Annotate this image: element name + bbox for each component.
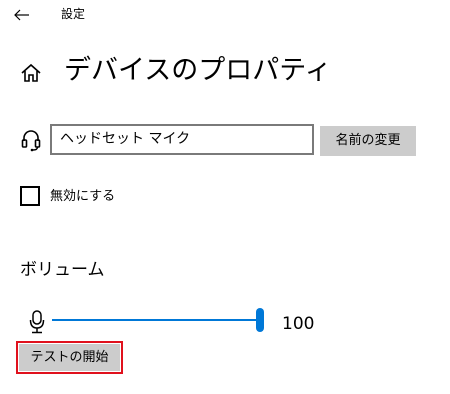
microphone-icon xyxy=(29,310,45,334)
rename-button[interactable]: 名前の変更 xyxy=(320,126,416,156)
start-test-button-label: テストの開始 xyxy=(19,344,120,371)
volume-heading: ボリューム xyxy=(20,260,105,280)
device-name-input[interactable]: ヘッドセット マイク xyxy=(50,124,314,155)
volume-value: 100 xyxy=(282,314,315,334)
window-title: 設定 xyxy=(61,7,86,21)
page-title: デバイスのプロパティ xyxy=(64,55,332,86)
device-name-value: ヘッドセット マイク xyxy=(60,131,191,147)
volume-slider-thumb[interactable] xyxy=(256,308,264,332)
checkbox-box[interactable] xyxy=(20,186,40,206)
volume-slider-track[interactable] xyxy=(52,319,262,321)
home-icon xyxy=(20,62,42,84)
headset-icon xyxy=(20,128,42,152)
disable-checkbox-label: 無効にする xyxy=(50,189,116,204)
back-button[interactable] xyxy=(8,4,36,26)
start-test-button[interactable]: テストの開始 xyxy=(16,341,123,374)
back-arrow-icon xyxy=(14,9,29,21)
volume-slider[interactable] xyxy=(52,308,268,334)
